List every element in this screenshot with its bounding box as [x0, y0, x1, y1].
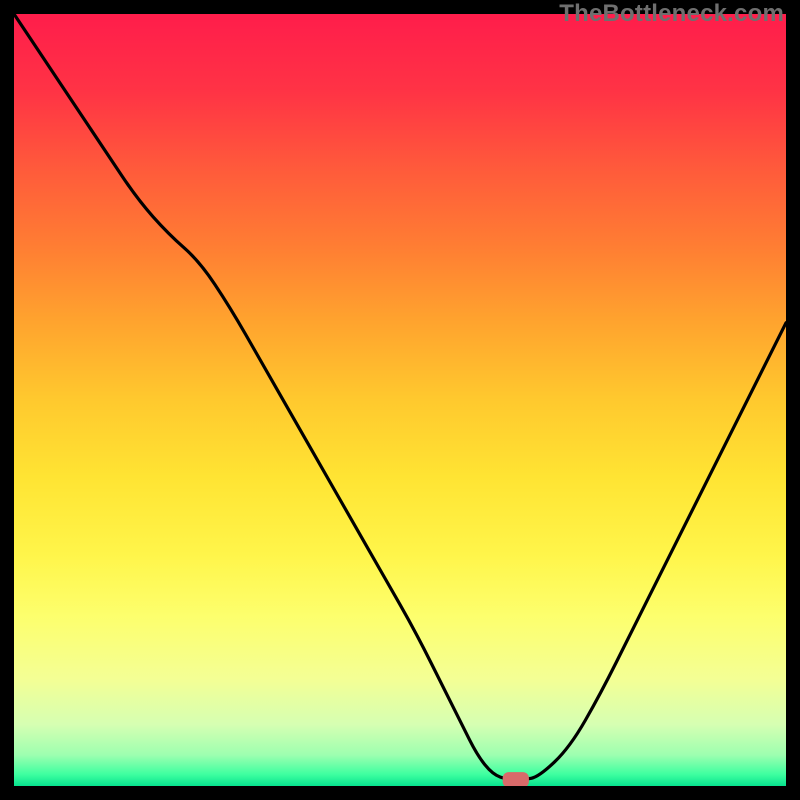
chart-background	[14, 14, 786, 786]
watermark-text: TheBottleneck.com	[559, 0, 784, 28]
bottleneck-chart	[14, 14, 786, 786]
optimal-point-marker	[503, 772, 529, 786]
chart-frame	[14, 14, 786, 786]
